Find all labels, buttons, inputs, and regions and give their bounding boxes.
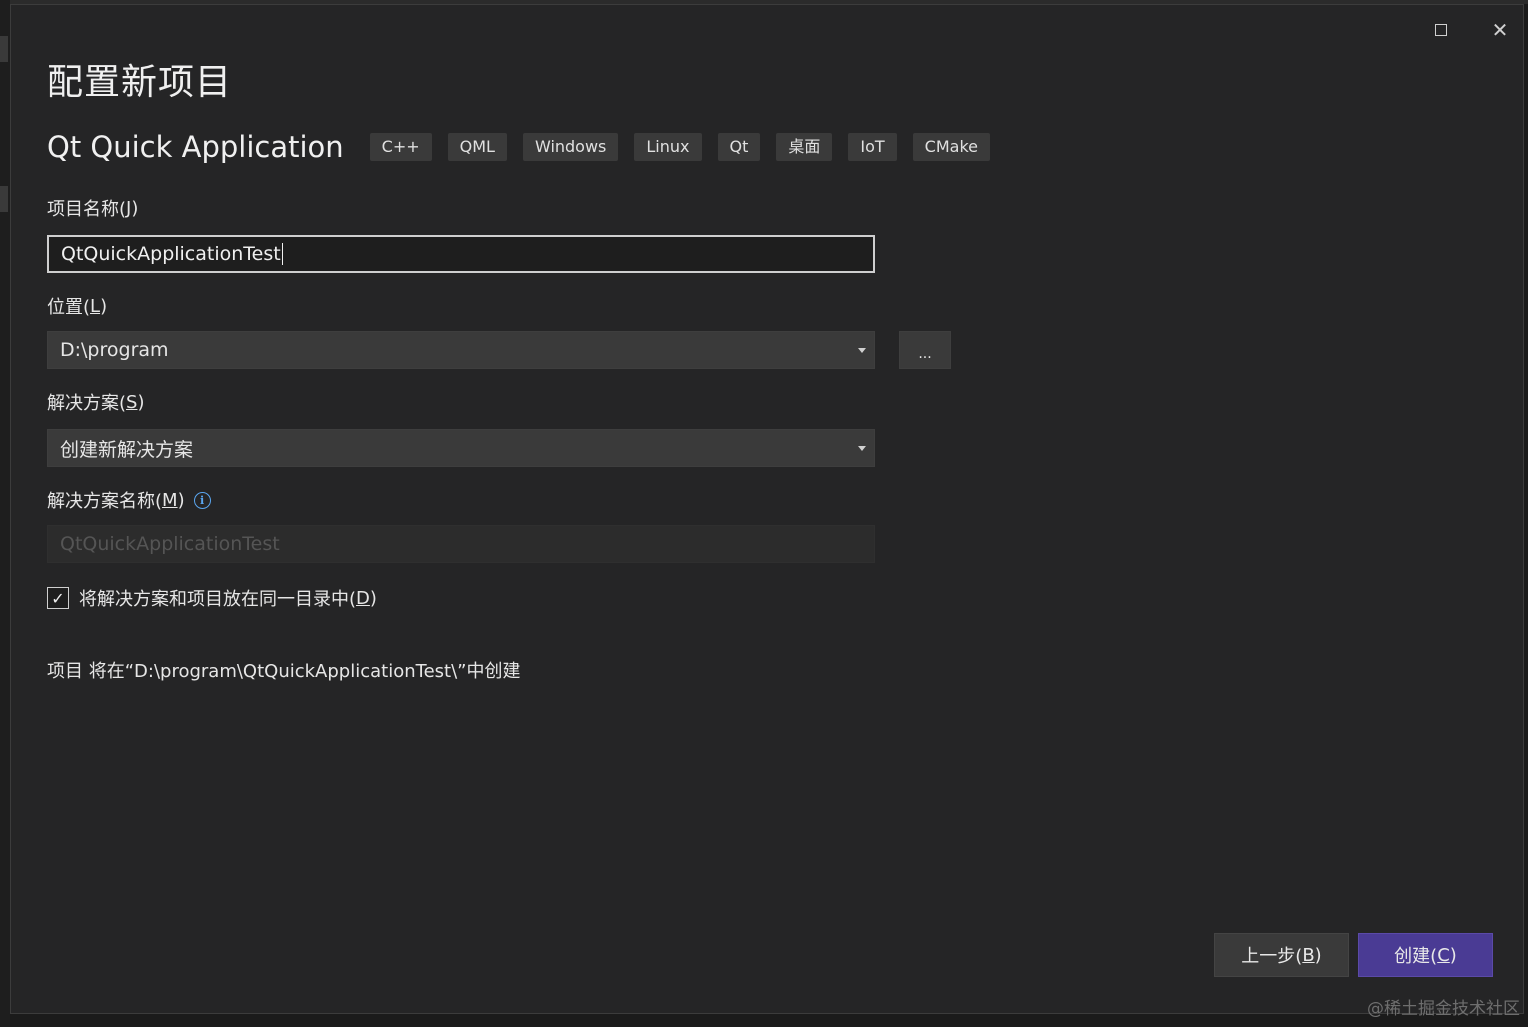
button-label: 创建( xyxy=(1394,946,1438,967)
tag-qt: Qt xyxy=(717,133,761,161)
back-button[interactable]: 上一步(B) xyxy=(1214,933,1349,977)
location-combobox[interactable]: D:\program xyxy=(47,331,875,369)
label-text: 解决方案( xyxy=(47,393,127,414)
tag-cpp: C++ xyxy=(369,133,432,161)
background-app-fragment xyxy=(0,36,8,62)
label-text: ) xyxy=(177,489,185,511)
solution-name-input: QtQuickApplicationTest xyxy=(47,525,875,563)
access-key: L xyxy=(90,295,101,317)
configure-project-dialog: ✕ 配置新项目 Qt Quick Application C++ QML Win… xyxy=(10,4,1524,1014)
close-button[interactable]: ✕ xyxy=(1482,15,1518,45)
create-button[interactable]: 创建(C) xyxy=(1358,933,1493,977)
project-name-value: QtQuickApplicationTest xyxy=(61,243,281,265)
same-directory-option[interactable]: ✓ 将解决方案和项目放在同一目录中(D) xyxy=(47,585,377,611)
page-title: 配置新项目 xyxy=(47,62,233,103)
access-key: S xyxy=(126,391,138,413)
close-icon: ✕ xyxy=(1491,18,1509,42)
tag-qml: QML xyxy=(447,133,507,161)
label-text: ) xyxy=(100,295,108,317)
tag-desktop: 桌面 xyxy=(776,133,833,161)
button-label: 上一步( xyxy=(1241,946,1303,967)
label-text: 位置( xyxy=(47,297,91,318)
checkmark-icon: ✓ xyxy=(51,588,65,608)
creation-path-summary: 项目 将在“D:\program\QtQuickApplicationTest\… xyxy=(47,661,521,682)
access-key: C xyxy=(1437,944,1450,966)
solution-combobox[interactable]: 创建新解决方案 xyxy=(47,429,875,467)
same-directory-checkbox[interactable]: ✓ xyxy=(47,587,69,609)
info-icon[interactable]: i xyxy=(193,491,211,509)
chevron-down-icon[interactable] xyxy=(858,445,866,451)
text-cursor xyxy=(281,243,283,265)
background-app-fragment xyxy=(0,186,8,212)
location-label: 位置(L) xyxy=(47,293,107,319)
access-key: D xyxy=(356,587,370,609)
button-label: ) xyxy=(1449,944,1457,966)
project-name-input[interactable]: QtQuickApplicationTest xyxy=(47,235,875,273)
checkbox-label: ) xyxy=(369,587,377,609)
maximize-button[interactable] xyxy=(1423,15,1459,45)
access-key: B xyxy=(1302,944,1315,966)
tag-linux: Linux xyxy=(634,133,702,161)
label-text: ) xyxy=(131,197,139,219)
location-value: D:\program xyxy=(60,339,169,361)
label-text: 项目名称( xyxy=(47,199,127,220)
tag-iot: IoT xyxy=(848,133,897,161)
template-name: Qt Quick Application xyxy=(47,130,344,164)
label-text: 解决方案名称( xyxy=(47,491,163,512)
background-app-strip xyxy=(0,0,10,1027)
maximize-icon xyxy=(1435,24,1447,36)
button-label: ) xyxy=(1314,944,1322,966)
solution-label: 解决方案(S) xyxy=(47,389,145,415)
tag-windows: Windows xyxy=(522,133,619,161)
chevron-down-icon[interactable] xyxy=(858,347,866,353)
solution-value: 创建新解决方案 xyxy=(60,438,194,461)
browse-button-label: ... xyxy=(918,346,932,362)
solution-name-placeholder: QtQuickApplicationTest xyxy=(60,533,280,555)
tag-cmake: CMake xyxy=(912,133,990,161)
browse-button[interactable]: ... xyxy=(899,331,951,369)
access-key: M xyxy=(162,489,178,511)
checkbox-label: 将解决方案和项目放在同一目录中( xyxy=(79,589,357,610)
project-name-label: 项目名称(J) xyxy=(47,195,138,221)
watermark: @稀土掘金技术社区 xyxy=(1367,999,1520,1019)
label-text: ) xyxy=(137,391,145,413)
solution-name-label: 解决方案名称(M) i xyxy=(47,487,211,513)
template-header: Qt Quick Application C++ QML Windows Lin… xyxy=(47,127,1006,167)
